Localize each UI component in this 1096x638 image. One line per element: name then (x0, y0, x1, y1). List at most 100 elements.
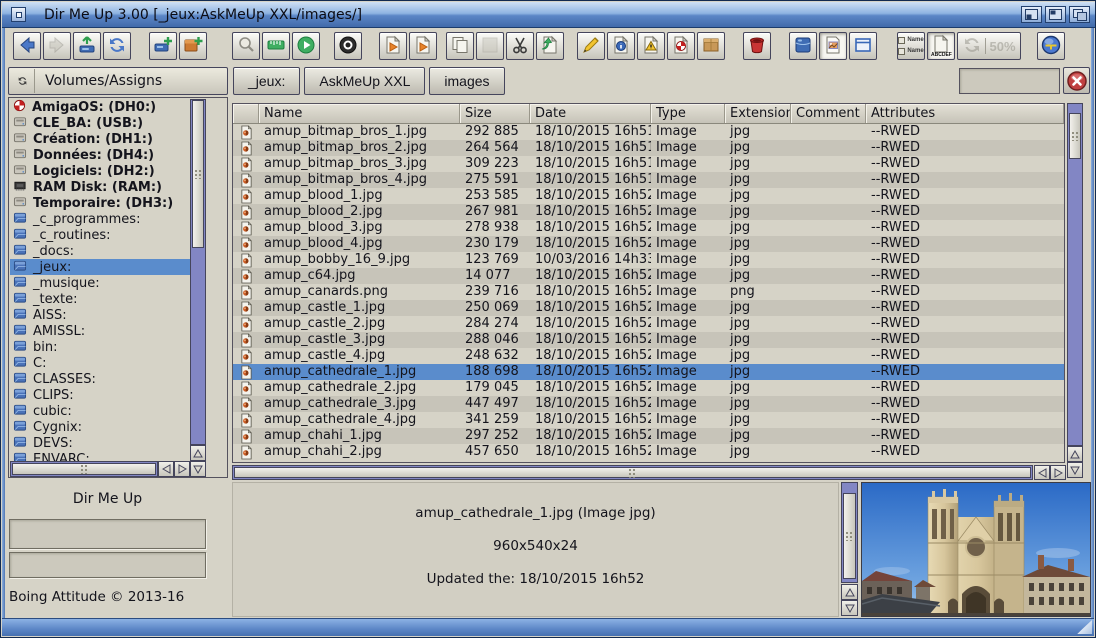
breadcrumb-jeux[interactable]: _jeux: (233, 67, 301, 95)
toolbar-add-drawer-button[interactable] (179, 32, 207, 60)
toolbar-copy-button[interactable] (446, 32, 474, 60)
table-hscrollbar[interactable] (232, 465, 1033, 480)
info-field-1[interactable] (9, 519, 206, 549)
sidebar-item-temporaire-dh3[interactable]: Temporaire: (DH3:) (10, 195, 190, 211)
sidebar-item-musique[interactable]: _musique: (10, 275, 190, 291)
column-header-size[interactable]: Size (460, 104, 530, 123)
toolbar-trash-button[interactable] (743, 32, 771, 60)
volumes-vscrollbar[interactable] (190, 99, 206, 445)
toolbar-refresh-button[interactable] (103, 32, 131, 60)
sidebar-item-envarc[interactable]: ENVARC: (10, 451, 190, 461)
toolbar-boing-ball-app-button[interactable] (1037, 32, 1065, 60)
file-row-amup_blood_4.jpg[interactable]: amup_blood_4.jpg 230 179 18/10/2015 16h52 I… (233, 236, 1064, 252)
sidebar-item-donn-es-dh4[interactable]: Données: (DH4:) (10, 147, 190, 163)
sidebar-item-amigaos-dh0[interactable]: AmigaOS: (DH0:) (10, 99, 190, 115)
sidebar-item-docs[interactable]: _docs: (10, 243, 190, 259)
file-row-amup_cathedrale_4.jpg[interactable]: amup_cathedrale_4.jpg 341 259 18/10/2015 1… (233, 412, 1064, 428)
table-hscroll-thumb[interactable] (234, 467, 1031, 478)
toolbar-back-arrow-button[interactable] (13, 32, 41, 60)
volumes-scroll-left-button[interactable] (158, 461, 174, 477)
toolbar-run-document-alt-button[interactable] (409, 32, 437, 60)
sidebar-item-cubic[interactable]: cubic: (10, 403, 190, 419)
table-scroll-right-button[interactable] (1050, 465, 1066, 480)
window-close-gadget[interactable] (11, 7, 26, 22)
file-row-amup_cathedrale_3.jpg[interactable]: amup_cathedrale_3.jpg 447 497 18/10/2015 1… (233, 396, 1064, 412)
sidebar-item-cle-ba-usb[interactable]: CLE_BA: (USB:) (10, 115, 190, 131)
file-row-amup_blood_2.jpg[interactable]: amup_blood_2.jpg 267 981 18/10/2015 16h52 I… (233, 204, 1064, 220)
file-row-amup_bitmap_bros_3.jpg[interactable]: amup_bitmap_bros_3.jpg 309 223 18/10/2015 … (233, 156, 1064, 172)
breadcrumb-images[interactable]: images (429, 67, 505, 95)
toolbar-window-frame-button[interactable] (849, 32, 877, 60)
sidebar-item-c-programmes[interactable]: _c_programmes: (10, 211, 190, 227)
info-field-2[interactable] (9, 552, 206, 578)
toolbar-parent-drive-button[interactable] (73, 32, 101, 60)
sidebar-item-cr-ation-dh1[interactable]: Création: (DH1:) (10, 131, 190, 147)
toolbar-zoom-level-button[interactable]: 50% (957, 32, 1021, 60)
depth-gadget[interactable] (1069, 6, 1090, 23)
sidebar-item-classes[interactable]: CLASSES: (10, 371, 190, 387)
sidebar-item-clips[interactable]: CLIPS: (10, 387, 190, 403)
file-row-amup_chahi_1.jpg[interactable]: amup_chahi_1.jpg 297 252 18/10/2015 16h52 I… (233, 428, 1064, 444)
column-header-attributes[interactable]: Attributes (866, 104, 1064, 123)
preview-vscroll-thumb[interactable] (843, 493, 856, 579)
column-header-extension[interactable]: Extension (725, 104, 791, 123)
toolbar-sort-by-name-button[interactable]: Name Name (897, 32, 925, 60)
table-scroll-left-button[interactable] (1034, 465, 1050, 480)
column-header-type[interactable]: Type (651, 104, 725, 123)
file-row-amup_chahi_2.jpg[interactable]: amup_chahi_2.jpg 457 650 18/10/2015 16h52 I… (233, 444, 1064, 460)
file-row-amup_castle_4.jpg[interactable]: amup_castle_4.jpg 248 632 18/10/2015 16h52… (233, 348, 1064, 364)
preview-scroll-down-button[interactable] (841, 600, 858, 616)
toolbar-warning-document-button[interactable] (637, 32, 665, 60)
file-row-amup_cathedrale_1.jpg[interactable]: amup_cathedrale_1.jpg 188 698 18/10/2015 1… (233, 364, 1064, 380)
volumes-vscroll-thumb[interactable] (192, 100, 204, 248)
sidebar-item-texte[interactable]: _texte: (10, 291, 190, 307)
sidebar-item-logiciels-dh2[interactable]: Logiciels: (DH2:) (10, 163, 190, 179)
breadcrumb-askmeup-xxl[interactable]: AskMeUp XXL (304, 67, 426, 95)
file-row-amup_bitmap_bros_4.jpg[interactable]: amup_bitmap_bros_4.jpg 275 591 18/10/2015 … (233, 172, 1064, 188)
zoom-gadget[interactable] (1045, 6, 1066, 23)
volumes-scroll-down-button[interactable] (190, 461, 206, 477)
volumes-refresh-button[interactable] (11, 69, 35, 93)
column-header-icon[interactable] (233, 104, 259, 123)
toolbar-search-button[interactable] (232, 32, 260, 60)
toolbar-blank-square-button[interactable] (476, 32, 504, 60)
volumes-hscrollbar[interactable] (10, 461, 158, 477)
sidebar-item-jeux[interactable]: _jeux: (10, 259, 190, 275)
sidebar-item-ram-disk-ram[interactable]: RAM Disk: (RAM:) (10, 179, 190, 195)
toolbar-archive-box-button[interactable] (697, 32, 725, 60)
sidebar-item-c-routines[interactable]: _c_routines: (10, 227, 190, 243)
file-row-amup_castle_2.jpg[interactable]: amup_castle_2.jpg 284 274 18/10/2015 16h52… (233, 316, 1064, 332)
toolbar-edit-pencil-button[interactable] (577, 32, 605, 60)
volumes-scroll-right-button[interactable] (174, 461, 190, 477)
sidebar-item-devs[interactable]: DEVS: (10, 435, 190, 451)
resize-handle[interactable] (1077, 620, 1092, 634)
toolbar-record-button[interactable] (334, 32, 362, 60)
file-row-amup_c64.jpg[interactable]: amup_c64.jpg 14 077 18/10/2015 16h52 Image j… (233, 268, 1064, 284)
toolbar-volumes-drive-button[interactable] (789, 32, 817, 60)
toolbar-boing-document-button[interactable] (667, 32, 695, 60)
toolbar-cut-button[interactable] (506, 32, 534, 60)
sidebar-item-cygnix[interactable]: Cygnix: (10, 419, 190, 435)
toolbar-paste-button[interactable] (536, 32, 564, 60)
table-vscroll-thumb[interactable] (1069, 113, 1081, 159)
table-vscrollbar[interactable] (1067, 103, 1083, 446)
toolbar-run-document-button[interactable] (379, 32, 407, 60)
column-header-comment[interactable]: Comment (791, 104, 866, 123)
toolbar-image-preview-button[interactable] (819, 32, 847, 60)
sidebar-item-c[interactable]: C: (10, 355, 190, 371)
file-row-amup_bobby_16_9.jpg[interactable]: amup_bobby_16_9.jpg 123 769 10/03/2016 14h… (233, 252, 1064, 268)
preview-scroll-up-button[interactable] (841, 584, 858, 600)
toolbar-ruler-button[interactable] (262, 32, 290, 60)
sidebar-item-amissl[interactable]: AMISSL: (10, 323, 190, 339)
toolbar-info-document-button[interactable] (607, 32, 635, 60)
volumes-scroll-up-button[interactable] (190, 445, 206, 461)
file-row-amup_cathedrale_2.jpg[interactable]: amup_cathedrale_2.jpg 179 045 18/10/2015 1… (233, 380, 1064, 396)
file-row-amup_castle_3.jpg[interactable]: amup_castle_3.jpg 288 046 18/10/2015 16h52… (233, 332, 1064, 348)
sidebar-item-bin[interactable]: bin: (10, 339, 190, 355)
table-scroll-up-button[interactable] (1067, 446, 1083, 462)
toolbar-play-button[interactable] (292, 32, 320, 60)
file-row-amup_bitmap_bros_1.jpg[interactable]: amup_bitmap_bros_1.jpg 292 885 18/10/2015 … (233, 124, 1064, 140)
sidebar-item-aiss[interactable]: AISS: (10, 307, 190, 323)
file-row-amup_canards.png[interactable]: amup_canards.png 239 716 18/10/2015 16h52 I… (233, 284, 1064, 300)
toolbar-forward-arrow-button[interactable] (43, 32, 71, 60)
